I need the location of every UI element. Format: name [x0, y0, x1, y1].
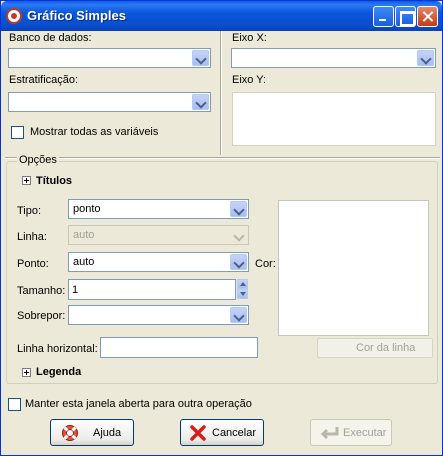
spin-down-icon[interactable]	[237, 289, 248, 299]
legend-section-label[interactable]: Legenda	[36, 366, 81, 378]
chevron-down-icon[interactable]	[230, 227, 247, 243]
keep-open-label: Manter esta janela aberta para outra ope…	[25, 398, 252, 410]
chevron-down-icon[interactable]	[230, 254, 247, 270]
color-listbox[interactable]	[278, 200, 429, 336]
chevron-down-icon[interactable]	[192, 50, 209, 66]
point-label: Ponto:	[17, 258, 49, 270]
title-bar[interactable]: Gráfico Simples	[1, 1, 442, 31]
chevron-down-icon[interactable]	[230, 201, 247, 217]
keep-open-checkbox[interactable]	[8, 398, 21, 411]
show-all-label: Mostrar todas as variáveis	[30, 126, 159, 138]
red-x-icon	[190, 425, 206, 441]
minimize-icon[interactable]	[373, 6, 394, 27]
help-button[interactable]: Ajuda	[50, 419, 134, 446]
type-label: Tipo:	[17, 205, 42, 217]
cancel-button[interactable]: Cancelar	[180, 419, 264, 446]
size-label: Tamanho:	[17, 285, 66, 297]
show-all-checkbox[interactable]	[11, 126, 24, 139]
chevron-down-icon[interactable]	[417, 50, 434, 66]
options-group-title: Opções	[17, 154, 59, 166]
chevron-down-icon[interactable]	[192, 94, 209, 110]
overlay-select[interactable]	[68, 305, 249, 325]
point-select[interactable]: auto	[68, 252, 249, 272]
x-axis-select[interactable]	[231, 48, 436, 68]
stratification-label: Estratificação:	[9, 74, 79, 86]
spin-up-icon[interactable]	[237, 279, 248, 289]
hline-field[interactable]	[100, 337, 258, 358]
dialog-window: Gráfico Simples Banco de dados: Estratif…	[0, 0, 443, 456]
run-button[interactable]: Executar	[310, 419, 392, 446]
database-select[interactable]	[8, 48, 211, 68]
vertical-divider	[220, 31, 222, 155]
chevron-down-icon[interactable]	[230, 307, 247, 323]
hline-label: Linha horizontal:	[17, 343, 98, 355]
x-axis-label: Eixo X:	[232, 32, 267, 44]
y-axis-listbox[interactable]	[232, 92, 436, 146]
color-label: Cor:	[255, 258, 276, 270]
database-label: Banco de dados:	[9, 32, 92, 44]
legend-expand-icon[interactable]	[22, 368, 31, 377]
line-color-button[interactable]: Cor da linha	[317, 338, 433, 358]
horizontal-divider	[5, 157, 440, 159]
maximize-icon[interactable]	[395, 6, 416, 27]
titles-expand-icon[interactable]	[22, 176, 31, 185]
titles-section-label[interactable]: Títulos	[36, 175, 72, 187]
close-icon[interactable]	[417, 6, 438, 27]
return-arrow-icon	[320, 427, 339, 440]
window-title: Gráfico Simples	[27, 8, 126, 23]
y-axis-label: Eixo Y:	[232, 74, 267, 86]
r-logo-icon	[6, 8, 22, 24]
size-stepper[interactable]	[237, 279, 248, 299]
line-label: Linha:	[17, 231, 47, 243]
overlay-label: Sobrepor:	[17, 310, 66, 322]
lifebuoy-icon	[62, 425, 78, 441]
line-select[interactable]: auto	[68, 225, 249, 245]
type-select[interactable]: ponto	[68, 199, 249, 219]
size-field[interactable]: 1	[68, 279, 236, 300]
stratification-select[interactable]	[8, 92, 211, 112]
